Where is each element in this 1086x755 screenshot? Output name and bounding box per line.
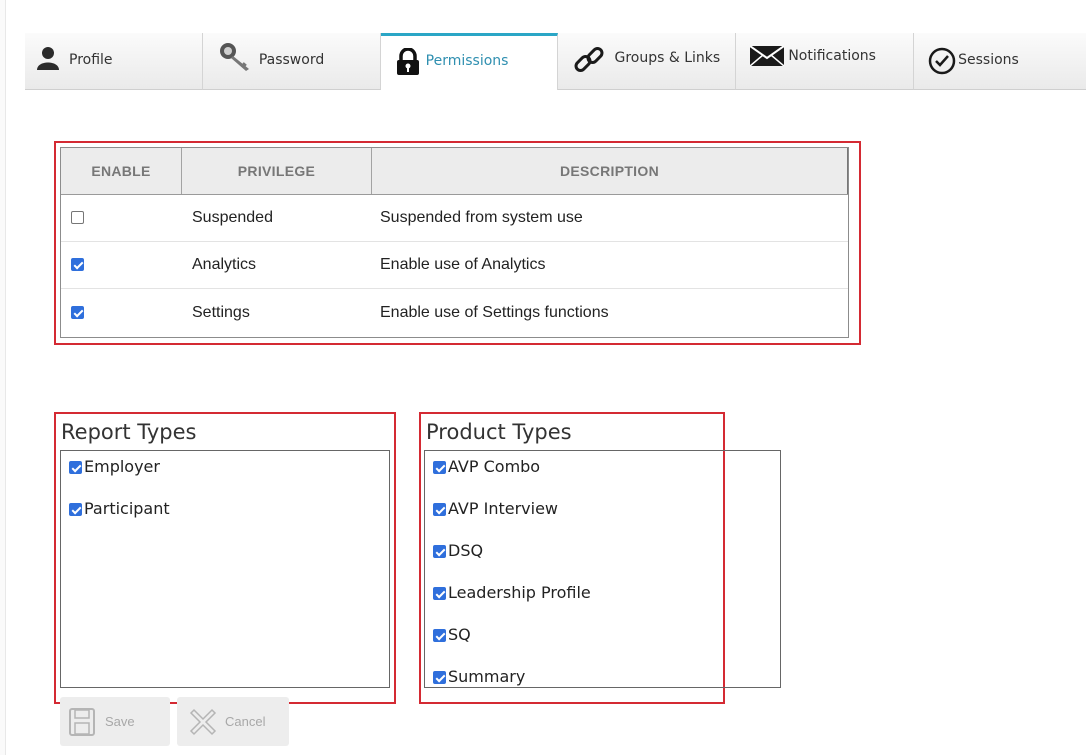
product-type-checkbox[interactable] — [433, 461, 446, 474]
header-enable: ENABLE — [61, 148, 182, 194]
list-item[interactable]: Employer — [61, 457, 389, 499]
product-types-title: Product Types — [426, 420, 572, 444]
product-types-list[interactable]: AVP Combo AVP Interview DSQ Leadership P… — [424, 450, 781, 688]
list-item[interactable]: Leadership Profile — [425, 583, 780, 625]
tab-password[interactable]: Password — [202, 33, 381, 90]
header-description: DESCRIPTION — [372, 148, 848, 194]
report-type-label: Participant — [84, 499, 170, 518]
tab-bar: Profile Password Permissions Groups & Li… — [25, 33, 1086, 90]
tab-label: Permissions — [425, 53, 509, 69]
enable-checkbox-settings[interactable] — [71, 305, 84, 319]
product-type-checkbox[interactable] — [433, 503, 446, 516]
report-type-label: Employer — [84, 457, 160, 476]
product-type-label: SQ — [448, 625, 471, 644]
list-item[interactable]: SQ — [425, 625, 780, 667]
product-type-checkbox[interactable] — [433, 671, 446, 684]
tab-label: Sessions — [958, 52, 1019, 68]
save-label: Save — [105, 714, 135, 729]
product-type-label: AVP Combo — [448, 457, 541, 476]
tab-label: Groups & Links — [614, 50, 721, 66]
left-border — [0, 0, 6, 755]
tab-label: Password — [258, 52, 325, 68]
cancel-button[interactable]: Cancel — [177, 697, 289, 746]
table-header: ENABLE PRIVILEGE DESCRIPTION — [61, 148, 848, 195]
enable-checkbox-analytics[interactable] — [71, 258, 84, 272]
cancel-label: Cancel — [225, 714, 266, 729]
product-type-label: AVP Interview — [448, 499, 558, 518]
link-icon — [572, 44, 606, 80]
privilege-name: Suspended — [192, 209, 273, 226]
product-type-checkbox[interactable] — [433, 629, 446, 642]
cancel-x-icon — [189, 708, 217, 736]
product-type-label: DSQ — [448, 541, 484, 560]
tab-label: Notifications — [788, 48, 876, 64]
product-type-label: Summary — [448, 667, 526, 686]
report-type-checkbox[interactable] — [69, 461, 82, 474]
privilege-name: Settings — [192, 303, 250, 321]
lock-icon — [396, 47, 420, 80]
report-types-list[interactable]: Employer Participant — [60, 450, 390, 688]
privilege-description: Enable use of Settings functions — [380, 303, 609, 321]
list-item[interactable]: Summary — [425, 667, 780, 709]
tab-permissions[interactable]: Permissions — [380, 33, 559, 90]
tab-sessions[interactable]: Sessions — [914, 33, 1086, 90]
list-item[interactable]: AVP Interview — [425, 499, 780, 541]
clock-icon — [928, 47, 956, 79]
enable-checkbox-suspended[interactable] — [71, 211, 84, 225]
list-item[interactable]: AVP Combo — [425, 457, 780, 499]
floppy-disk-icon — [69, 707, 95, 736]
report-type-checkbox[interactable] — [69, 503, 82, 516]
tab-groups-links[interactable]: Groups & Links — [558, 33, 737, 90]
product-type-label: Leadership Profile — [448, 583, 591, 602]
report-types-title: Report Types — [61, 420, 197, 444]
save-button[interactable]: Save — [60, 697, 170, 746]
privilege-description: Enable use of Analytics — [380, 256, 546, 273]
list-item[interactable]: DSQ — [425, 541, 780, 583]
key-icon — [219, 42, 253, 76]
envelope-icon — [749, 45, 785, 70]
tab-notifications[interactable]: Notifications — [736, 33, 915, 90]
product-type-checkbox[interactable] — [433, 587, 446, 600]
list-item[interactable]: Participant — [61, 499, 389, 541]
privilege-description: Suspended from system use — [380, 209, 583, 226]
tab-profile[interactable]: Profile — [25, 33, 203, 90]
privilege-name: Analytics — [192, 256, 257, 273]
tab-label: Profile — [69, 52, 113, 68]
table-row: Suspended Suspended from system use — [61, 195, 848, 242]
person-icon — [37, 46, 59, 74]
permissions-table: ENABLE PRIVILEGE DESCRIPTION Suspended S… — [60, 147, 849, 338]
header-privilege: PRIVILEGE — [182, 148, 372, 194]
product-type-checkbox[interactable] — [433, 545, 446, 558]
table-row: Analytics Enable use of Analytics — [61, 242, 848, 289]
table-row: Settings Enable use of Settings function… — [61, 289, 848, 336]
